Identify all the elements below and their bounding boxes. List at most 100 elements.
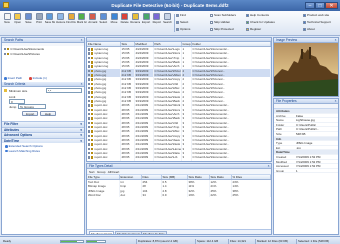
insert-path-link[interactable]: Insert Path bbox=[4, 76, 22, 80]
toolbar-button[interactable]: Save bbox=[23, 12, 33, 34]
include-link[interactable]: Include (1) bbox=[29, 76, 47, 80]
detail-tab[interactable]: File Size by Group bbox=[115, 230, 143, 234]
close-panel-icon[interactable]: × bbox=[335, 99, 337, 103]
property-value: Lighthouse.jpg bbox=[296, 118, 315, 123]
update-icon bbox=[246, 20, 249, 24]
toolbar-menu-item[interactable]: Product web site bbox=[303, 13, 329, 17]
path-row[interactable]: C:\Users\User\Pictures bbox=[4, 52, 82, 57]
table-cell: 48 KB bbox=[120, 159, 135, 161]
toolbar-button[interactable]: Report bbox=[152, 12, 162, 34]
toolbar-button[interactable]: Move bbox=[109, 12, 119, 34]
import-button[interactable]: Import bbox=[22, 111, 38, 116]
task-link[interactable]: Launch Matching Rules bbox=[5, 149, 81, 154]
table-row[interactable]: Word Doc doc 34 0.9 19% 22% 25% bbox=[87, 193, 271, 198]
toolbar-separator bbox=[174, 14, 175, 32]
toolbar-button[interactable]: Rename bbox=[130, 12, 140, 34]
criteria-form: Minimum size *.* Limit 0 Jump To Groups … bbox=[2, 87, 84, 121]
sort-button[interactable]: Sort bbox=[89, 170, 95, 174]
toolbar-menu-label: Technical Support bbox=[307, 20, 331, 24]
toolbar-button-label: Export bbox=[142, 21, 151, 24]
results-table: File Name Size Modified Path Group Folder sys… bbox=[87, 42, 271, 162]
toolbar-menu-label: Skip Hidden bbox=[214, 20, 231, 24]
table-cell: 25% bbox=[231, 193, 271, 198]
toolbar-menu-item[interactable]: Find bbox=[176, 13, 186, 17]
toolbar-button[interactable]: Restore Mark bbox=[56, 12, 66, 34]
task-icon bbox=[5, 144, 8, 148]
property-key: Group bbox=[276, 168, 285, 173]
table-cell: C:\Users\User\Bin bbox=[153, 159, 182, 161]
limit-field[interactable]: 0 bbox=[9, 99, 25, 104]
add-icon bbox=[4, 76, 7, 80]
toolbar-menu-item[interactable]: Check for Updates bbox=[246, 20, 275, 24]
toolbar-menu-item[interactable]: About bbox=[303, 27, 315, 31]
chevron-down-icon: ▾ bbox=[80, 138, 82, 143]
save-icon bbox=[24, 13, 32, 20]
toolbar-menu-label: Product web site bbox=[307, 13, 330, 17]
toolbar-button[interactable]: Delete bbox=[120, 12, 130, 34]
progress-bar bbox=[86, 239, 106, 243]
maximize-button[interactable]: □ bbox=[315, 1, 325, 9]
table-row[interactable]: report.doc 48 KB 2/11/2009 C:\Users\User\Bi… bbox=[87, 159, 271, 162]
toolbar-menu-item[interactable]: Scan Subfolders bbox=[210, 13, 236, 17]
checkbox-icon bbox=[210, 13, 213, 17]
jump-label: Jump bbox=[9, 104, 17, 109]
property-value: JPEG Image bbox=[296, 141, 313, 146]
toolbar-menu-label: Register bbox=[250, 27, 262, 31]
toolbar-button[interactable]: Unmark Grp bbox=[88, 12, 98, 34]
help-button[interactable]: Help bbox=[40, 111, 56, 116]
detail-table: File Type Extension Files Size (MB) Size Rat… bbox=[87, 175, 271, 198]
results-panel: File Name Size Modified Path Group Folder sys… bbox=[86, 37, 272, 162]
toolbar-menu-item[interactable]: Select bbox=[176, 20, 188, 24]
collapsible-section[interactable]: Date/Time ▾ bbox=[2, 137, 84, 143]
toolbar-menu-item[interactable]: Skip Protected bbox=[210, 27, 234, 31]
toolbar-button[interactable]: Find Dup bbox=[66, 12, 76, 34]
task-label: Extended Search Options bbox=[8, 144, 43, 148]
table-cell: 0.9 bbox=[161, 193, 188, 198]
toolbar-button[interactable]: New bbox=[2, 12, 12, 34]
window-title: Duplicate File Detective (64-bit) - Dupl… bbox=[111, 2, 229, 8]
toolbar-button[interactable]: Mark Grp bbox=[77, 12, 87, 34]
table-cell: 3 bbox=[181, 159, 192, 161]
close-panel-icon[interactable]: × bbox=[81, 38, 83, 42]
toolbar-button-label: Delete bbox=[120, 21, 129, 24]
status-marked: Marked: 12 Files (63 KB) bbox=[255, 238, 295, 244]
detail-tab[interactable]: File Types Detail bbox=[89, 230, 114, 234]
properties-header: File Properties × bbox=[274, 99, 338, 104]
toolbar-button[interactable]: Export bbox=[141, 12, 151, 34]
toolbar-menu-item[interactable]: Options bbox=[176, 27, 190, 31]
toolbar-button-label: Save bbox=[25, 21, 32, 24]
toolbar-menu-item[interactable]: Technical Support bbox=[303, 20, 331, 24]
toolbar-button[interactable]: Search bbox=[163, 12, 173, 34]
close-panel-icon[interactable]: × bbox=[268, 164, 270, 168]
tasks-list: Extended Search Options Launch Matching … bbox=[2, 143, 84, 154]
property-value: 7/14/2009 1:52 PM bbox=[296, 154, 321, 159]
mask-field[interactable]: *.* bbox=[46, 88, 82, 93]
invert-button[interactable]: All/Invert bbox=[108, 170, 120, 174]
toolbar-button[interactable]: Print bbox=[34, 12, 44, 34]
progress-bar bbox=[60, 239, 84, 243]
property-value: False bbox=[296, 113, 304, 118]
delete-icon bbox=[121, 13, 129, 20]
status-duplicates: Duplicates: 8,874 (used 2.4 GB) bbox=[136, 238, 194, 244]
close-panel-icon[interactable]: × bbox=[335, 38, 337, 42]
toolbar-button[interactable]: Select bbox=[98, 12, 108, 34]
search-icon bbox=[164, 13, 171, 20]
toolbar-menu-item[interactable]: Help Contents bbox=[246, 13, 269, 17]
jump-field[interactable]: To Groups bbox=[18, 104, 46, 109]
close-button[interactable]: ✕ bbox=[325, 1, 338, 9]
preview-panel: Image Preview × bbox=[273, 37, 339, 97]
toolbar-menu-item[interactable]: Register bbox=[246, 27, 261, 31]
table-cell: C:\Users\User\Documents\... bbox=[191, 159, 271, 161]
toolbar-button[interactable]: Open bbox=[13, 12, 23, 34]
web-icon bbox=[303, 13, 306, 17]
task-icon bbox=[5, 149, 8, 153]
toolbar-button[interactable]: Save Mark bbox=[45, 12, 55, 34]
table-cell: C:\Users\User\Lib bbox=[153, 155, 182, 160]
toolbar-menu-item[interactable]: Skip Hidden bbox=[210, 20, 230, 24]
file-name: report.doc bbox=[94, 159, 108, 162]
minimize-button[interactable]: – bbox=[305, 1, 315, 9]
group-button[interactable]: Group bbox=[97, 170, 105, 174]
column-header[interactable]: Group bbox=[181, 42, 192, 48]
detail-tab[interactable]: File Type by Date bbox=[141, 230, 167, 234]
search-paths-title: Search Paths bbox=[4, 38, 24, 42]
